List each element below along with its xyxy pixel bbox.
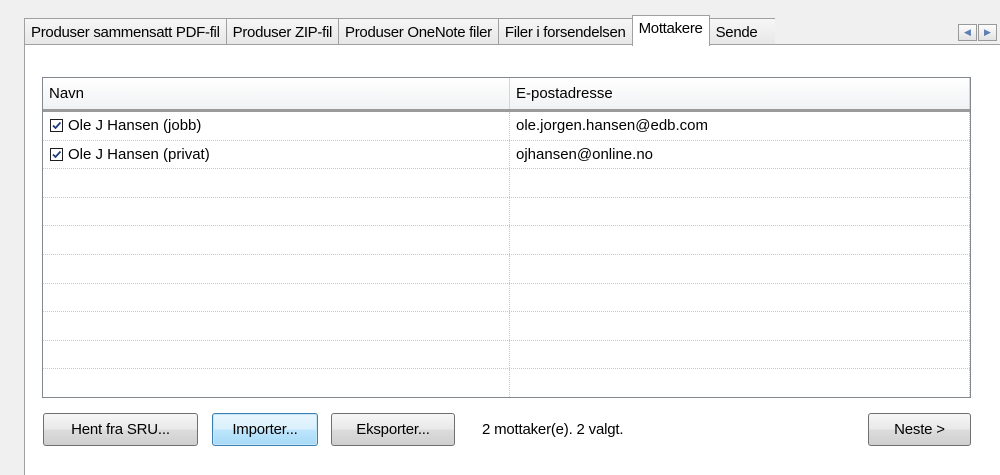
tab-produce-onenote[interactable]: Produser OneNote filer <box>338 18 499 45</box>
tab-recipients[interactable]: Mottakere <box>631 15 710 46</box>
tab-produce-zip[interactable]: Produser ZIP-fil <box>225 18 340 45</box>
recipient-row[interactable]: Ole J Hansen (privat) ojhansen@online.no <box>43 140 970 170</box>
list-header: Navn E-postadresse <box>43 78 970 112</box>
recipients-list[interactable]: Navn E-postadresse Ole J Hansen (jobb) o… <box>42 77 971 398</box>
tab-send[interactable]: Sende <box>708 18 775 45</box>
tab-scroll-right-button[interactable]: ▶ <box>978 24 997 41</box>
empty-row <box>43 312 970 341</box>
empty-row <box>43 254 970 284</box>
recipient-row[interactable]: Ole J Hansen (jobb) ole.jorgen.hansen@ed… <box>43 112 970 141</box>
tab-files-in-shipment[interactable]: Filer i forsendelsen <box>497 18 633 45</box>
tab-produce-pdf[interactable]: Produser sammensatt PDF-fil <box>24 18 227 45</box>
empty-row <box>43 283 970 313</box>
checkmark-icon <box>52 122 62 130</box>
empty-row <box>43 197 970 227</box>
dialog-frame: Produser sammensatt PDF-fil Produser ZIP… <box>0 0 1000 475</box>
column-header-email[interactable]: E-postadresse <box>510 78 970 109</box>
recipient-name: Ole J Hansen (privat) <box>68 145 210 163</box>
empty-row <box>43 169 970 198</box>
tab-scroll-left-button[interactable]: ◀ <box>958 24 977 41</box>
recipient-email-cell: ojhansen@online.no <box>510 140 970 169</box>
column-header-name[interactable]: Navn <box>43 78 510 109</box>
empty-row <box>43 369 970 397</box>
tab-strip: Produser sammensatt PDF-fil Produser ZIP… <box>24 15 775 46</box>
tab-scroll-buttons: ◀ ▶ <box>958 24 997 41</box>
recipient-name-cell: Ole J Hansen (jobb) <box>43 112 510 140</box>
list-rows: Ole J Hansen (jobb) ole.jorgen.hansen@ed… <box>43 112 970 397</box>
recipient-name-cell: Ole J Hansen (privat) <box>43 140 510 169</box>
recipient-checkbox[interactable] <box>50 119 63 133</box>
checkmark-icon <box>52 150 62 159</box>
next-button[interactable]: Neste > <box>868 413 971 446</box>
recipient-email-cell: ole.jorgen.hansen@edb.com <box>510 112 970 140</box>
empty-row <box>43 340 970 370</box>
export-button[interactable]: Eksporter... <box>331 413 455 446</box>
fetch-from-sru-button[interactable]: Hent fra SRU... <box>43 413 198 446</box>
recipient-checkbox[interactable] <box>50 147 63 161</box>
import-button[interactable]: Importer... <box>212 413 318 446</box>
selection-status: 2 mottaker(e). 2 valgt. <box>482 421 624 438</box>
empty-row <box>43 226 970 255</box>
recipient-name: Ole J Hansen (jobb) <box>68 117 202 135</box>
